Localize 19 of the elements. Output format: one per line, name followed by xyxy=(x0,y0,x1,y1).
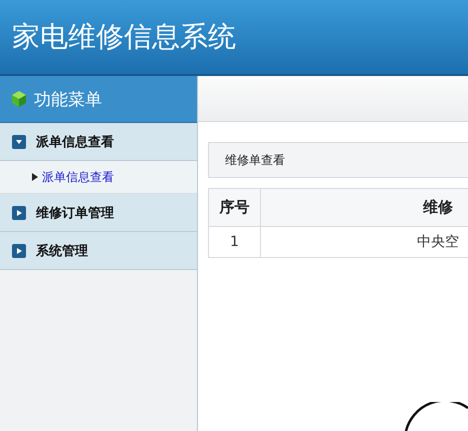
ring-icon xyxy=(404,402,468,431)
expand-icon[interactable] xyxy=(12,244,26,258)
menu-group[interactable]: 维修订单管理 xyxy=(0,194,197,232)
menu-group-label: 派单信息查看 xyxy=(36,134,114,150)
menu-group-label: 维修订单管理 xyxy=(36,204,114,222)
menu-group[interactable]: 派单信息查看 xyxy=(0,123,197,161)
menu-group-label: 系统管理 xyxy=(36,242,88,260)
panel-header: 维修单查看 xyxy=(208,142,468,178)
column-header: 序号 xyxy=(208,188,260,226)
cube-icon xyxy=(10,90,28,108)
bullet-icon xyxy=(32,173,38,181)
collapse-icon[interactable] xyxy=(12,134,26,148)
app-title: 家电维修信息系统 xyxy=(12,19,236,55)
menu-group[interactable]: 系统管理 xyxy=(0,232,197,270)
sidebar-title: 功能菜单 xyxy=(34,88,102,110)
menu-item-label: 派单信息查看 xyxy=(42,168,114,186)
expand-icon[interactable] xyxy=(12,206,26,220)
table-cell: 1 xyxy=(208,226,260,258)
column-header: 维修 xyxy=(260,188,468,226)
